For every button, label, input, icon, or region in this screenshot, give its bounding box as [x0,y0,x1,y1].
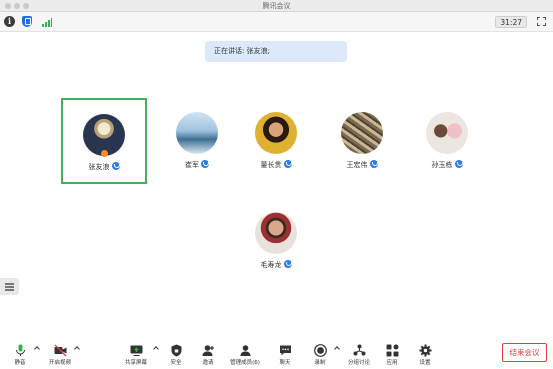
video-label: 开启视频 [48,360,71,366]
meeting-toolbar: 静音 开启视频 共享屏幕 安全 邀请 管理成员(6) 聊天 录制 分组讨论 应用… [0,339,553,369]
chat-button[interactable]: 聊天 [265,342,305,369]
speaking-banner: 正在讲话: 张友浪; [205,41,347,62]
participant-name: 张友浪 [88,163,110,171]
invite-button[interactable]: 邀请 [188,342,228,369]
participant-name: 王宏伟 [346,161,368,169]
video-options-chevron-icon[interactable] [74,346,80,352]
participant-tile[interactable]: 毛寿龙 [233,198,319,284]
user-badge-icon [283,260,292,268]
participant-tile[interactable]: 孙玉栋 [404,98,490,184]
participant-tile[interactable]: 王宏伟 [319,98,405,184]
security-shield-icon [170,342,183,357]
microphone-icon [14,342,27,356]
share-screen-button[interactable]: 共享屏幕 [116,342,156,369]
meeting-timer: 31:27 [495,16,527,28]
shield-icon[interactable] [22,16,32,27]
user-badge-icon [111,162,120,170]
signal-icon[interactable] [42,17,52,27]
add-user-icon [202,342,215,356]
invite-label: 邀请 [202,360,214,366]
manage-members-button[interactable]: 管理成员(6) [225,342,265,369]
info-icon[interactable]: i [4,16,15,27]
meeting-topbar: i 31:27 [0,12,553,32]
user-badge-icon [201,160,209,168]
window-title: 腾讯会议 [262,2,291,10]
speaking-indicator-icon [101,150,108,157]
window-titlebar: 腾讯会议 [0,0,553,12]
user-badge-icon [454,160,463,168]
chat-icon [279,342,292,356]
share-screen-icon [130,342,143,356]
user-badge-icon [369,160,378,168]
settings-button[interactable]: 设置 [405,342,445,369]
breakout-icon [353,342,366,356]
members-icon [239,342,252,356]
avatar [176,112,218,154]
record-label: 录制 [314,360,326,366]
end-meeting-button[interactable]: 结束会议 [502,343,547,362]
record-icon [313,342,327,357]
share-label: 共享屏幕 [124,360,147,366]
avatar [255,112,297,154]
mute-label: 静音 [14,360,26,366]
participant-name: 毛寿龙 [260,261,282,269]
members-label: 管理成员(6) [230,360,260,366]
gear-icon [419,342,432,357]
side-panel-handle[interactable] [0,278,19,295]
fullscreen-icon[interactable] [537,17,546,26]
settings-label: 设置 [419,360,431,366]
participant-tile[interactable]: 崔军 [154,98,240,184]
camera-off-icon [54,342,67,357]
participant-name: 崔军 [185,161,199,169]
user-badge-icon [283,160,292,168]
participant-name: 孙玉栋 [431,161,453,169]
avatar [255,212,297,254]
avatar [341,112,383,154]
apps-grid-icon [386,342,399,357]
participant-tile[interactable]: 张友浪 [61,98,147,184]
chat-label: 聊天 [279,360,291,366]
avatar [426,112,468,154]
participant-tile[interactable]: 董长贵 [233,98,319,184]
participant-name: 董长贵 [260,161,282,169]
